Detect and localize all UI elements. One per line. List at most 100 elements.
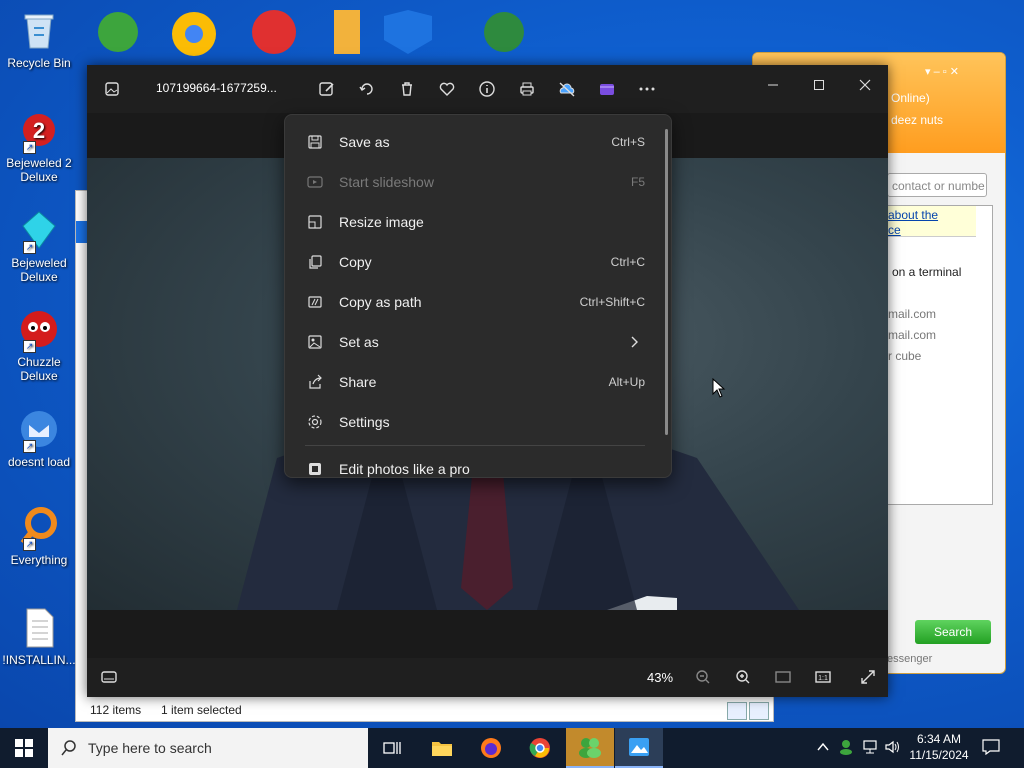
gallery-button[interactable]	[100, 77, 124, 101]
menu-item-shortcut: Alt+Up	[608, 375, 645, 389]
save-icon	[308, 135, 322, 149]
photos-bottom-bar: 43% 1:1	[87, 658, 888, 697]
fullscreen-button[interactable]	[856, 665, 880, 689]
copy-path-icon	[308, 296, 322, 308]
info-button[interactable]	[475, 77, 499, 101]
desktop-icon-chuzzle[interactable]: ↗ Chuzzle Deluxe	[1, 307, 77, 383]
menu-item-set-as[interactable]: Set as	[291, 324, 657, 360]
minimize-button[interactable]	[757, 73, 789, 97]
taskbar-clock[interactable]: 6:34 AM 11/15/2024	[902, 731, 976, 763]
ellipsis-icon	[639, 87, 655, 91]
desktop-icon-label: doesnt load	[7, 455, 71, 469]
menu-item-label: Settings	[339, 414, 390, 430]
large-icons-view-button[interactable]	[749, 702, 769, 720]
messenger-link-1[interactable]: about the	[888, 208, 938, 222]
filmstrip-icon	[101, 671, 117, 683]
tray-volume[interactable]	[884, 738, 902, 756]
show-hidden-icons-button[interactable]	[814, 738, 832, 756]
zoom-in-button[interactable]	[731, 665, 755, 689]
menu-item-save-as[interactable]: Save as Ctrl+S	[291, 124, 657, 160]
taskbar-search-placeholder: Type here to search	[88, 740, 212, 756]
chuzzle-icon: ↗	[17, 307, 61, 353]
taskbar-search-box[interactable]: Type here to search	[48, 728, 368, 768]
menu-item-label: Edit photos like a pro	[339, 461, 470, 477]
messenger-search-input[interactable]: contact or numbe	[887, 173, 987, 197]
messenger-email-2[interactable]: mail.com	[888, 328, 936, 342]
desktop-icon-thunderbird[interactable]: ↗ doesnt load	[1, 407, 77, 469]
desktop-icon-bejeweled2[interactable]: 2 ↗ Bejeweled 2 Deluxe	[1, 108, 77, 184]
messenger-username: deez nuts	[891, 113, 944, 127]
desktop-icon-recycle-bin[interactable]: Recycle Bin	[1, 8, 77, 70]
menu-item-edit-photos-pro[interactable]: Edit photos like a pro	[291, 451, 657, 477]
more-options-menu: Save as Ctrl+S Start slideshow F5 Resize…	[284, 114, 672, 478]
clipchamp-icon	[600, 84, 614, 95]
taskbar-photos[interactable]	[615, 728, 663, 768]
menu-item-shortcut: Ctrl+C	[610, 255, 645, 269]
network-icon	[863, 740, 877, 754]
thunderbird-icon: ↗	[17, 407, 61, 453]
menu-item-label: Resize image	[339, 214, 424, 230]
tray-network[interactable]	[861, 738, 879, 756]
more-options-button[interactable]	[635, 77, 659, 101]
details-view-button[interactable]	[727, 702, 747, 720]
clipchamp-button[interactable]	[595, 77, 619, 101]
tray-messenger[interactable]	[837, 738, 855, 756]
trash-icon	[402, 82, 412, 96]
desktop-icon-installing[interactable]: !INSTALLIN...	[1, 605, 77, 667]
messenger-text-1: on a terminal	[892, 265, 962, 279]
menu-item-share[interactable]: Share Alt+Up	[291, 364, 657, 400]
edit-icon	[319, 82, 334, 96]
menu-item-shortcut: F5	[630, 175, 645, 189]
close-button[interactable]	[849, 73, 881, 97]
desktop-icon-label: Recycle Bin	[7, 56, 71, 70]
taskbar-messenger[interactable]	[566, 728, 614, 768]
start-button[interactable]	[0, 728, 48, 768]
status-item-count: 112 items	[90, 703, 142, 717]
task-view-button[interactable]	[368, 728, 416, 768]
messenger-text-2[interactable]: r cube	[888, 349, 921, 363]
minimize-icon	[768, 84, 778, 86]
info-icon	[479, 81, 495, 97]
messenger-search-button[interactable]: Search	[915, 620, 991, 644]
edit-pro-icon	[309, 463, 321, 475]
desktop-icon-bejeweled[interactable]: ↗ Bejeweled Deluxe	[1, 208, 77, 284]
gallery-icon	[105, 82, 119, 96]
print-button[interactable]	[515, 77, 539, 101]
copy-icon	[309, 255, 322, 269]
taskbar-chrome[interactable]	[516, 728, 564, 768]
maximize-icon	[814, 80, 824, 90]
rotate-button[interactable]	[355, 77, 379, 101]
favorite-button[interactable]	[435, 77, 459, 101]
onedrive-button[interactable]	[555, 77, 579, 101]
zoom-out-button[interactable]	[691, 665, 715, 689]
desktop-icon-label: Bejeweled Deluxe	[11, 256, 67, 284]
taskbar-firefox[interactable]	[467, 728, 515, 768]
edit-image-button[interactable]	[315, 77, 339, 101]
actual-size-button[interactable]: 1:1	[811, 665, 835, 689]
menu-item-settings[interactable]: Settings	[291, 404, 657, 440]
menu-item-copy-as-path[interactable]: Copy as path Ctrl+Shift+C	[291, 284, 657, 320]
file-name: 107199664-1677259...	[156, 81, 277, 95]
menu-item-label: Share	[339, 374, 377, 390]
desktop-icon-everything[interactable]: ↗ Everything	[1, 505, 77, 567]
messenger-email-1[interactable]: mail.com	[888, 307, 936, 321]
fit-to-window-button[interactable]	[771, 665, 795, 689]
onedrive-cloud-icon	[559, 82, 575, 97]
messenger-link-2[interactable]: ce	[888, 223, 901, 237]
menu-item-resize-image[interactable]: Resize image	[291, 204, 657, 240]
menu-item-copy[interactable]: Copy Ctrl+C	[291, 244, 657, 280]
messenger-tray-icon	[840, 740, 852, 755]
notification-center-button[interactable]	[982, 738, 1000, 756]
maximize-button[interactable]	[803, 73, 835, 97]
folder-icon	[432, 742, 452, 756]
taskbar-file-explorer[interactable]	[418, 728, 466, 768]
menu-item-label: Save as	[339, 134, 390, 150]
menu-scrollbar[interactable]	[665, 129, 668, 435]
filmstrip-button[interactable]	[97, 665, 121, 689]
photos-toolbar: 107199664-1677259...	[87, 65, 888, 113]
delete-button[interactable]	[395, 77, 419, 101]
status-selected-count: 1 item selected	[161, 703, 242, 717]
fullscreen-icon	[861, 670, 875, 684]
messenger-window-controls[interactable]: ▾ – ▫ ✕	[925, 65, 959, 78]
zoom-out-icon	[696, 670, 710, 684]
